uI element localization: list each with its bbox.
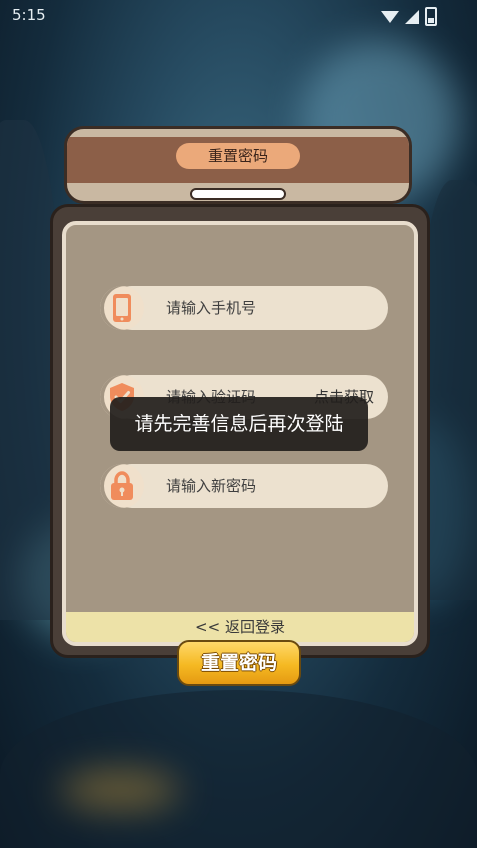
page-title: 重置密码 bbox=[176, 143, 300, 169]
header-divider bbox=[190, 188, 286, 200]
header-card: 重置密码 bbox=[64, 126, 412, 204]
battery-icon bbox=[425, 7, 437, 26]
new-password-input[interactable] bbox=[166, 464, 316, 508]
status-icons bbox=[381, 7, 437, 26]
status-time: 5:15 bbox=[12, 6, 46, 24]
phone-input[interactable] bbox=[166, 286, 316, 330]
back-to-login-link[interactable]: << 返回登录 bbox=[66, 612, 414, 642]
wifi-icon bbox=[381, 10, 399, 23]
toast-message: 请先完善信息后再次登陆 bbox=[110, 397, 368, 451]
phone-field bbox=[100, 286, 388, 330]
lock-icon-circle bbox=[100, 464, 144, 508]
signal-icon bbox=[405, 9, 419, 24]
lock-icon bbox=[106, 470, 138, 502]
phone-icon-circle bbox=[100, 286, 144, 330]
reset-password-button[interactable]: 重置密码 bbox=[177, 640, 301, 686]
phone-icon bbox=[106, 292, 138, 324]
new-password-field bbox=[100, 464, 388, 508]
status-bar: 5:15 bbox=[0, 0, 477, 30]
